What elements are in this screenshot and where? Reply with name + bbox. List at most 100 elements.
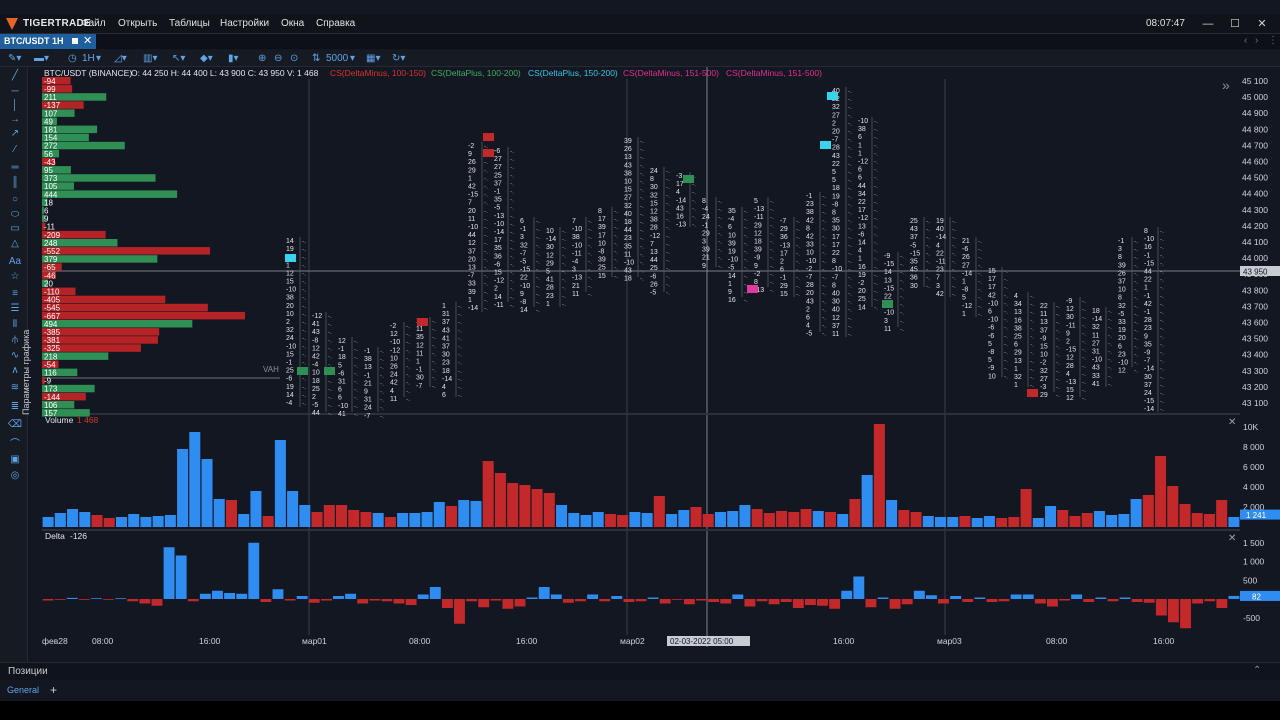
tab-next-icon[interactable]: › [1255,35,1258,46]
cluster-cell: 7 [936,275,940,282]
depth-icon[interactable]: ⇅ [312,52,320,65]
delta-bar [224,593,236,599]
menu-windows[interactable]: Окна [281,18,304,29]
cluster-cell: -. [822,298,826,305]
bars-icon[interactable]: ▥▾ [143,52,157,65]
cluster-cell: 10 [598,240,606,247]
triangle-tool-icon[interactable]: △ [7,238,23,250]
cluster-cell: -. [302,303,306,310]
wrench-icon[interactable]: ✎▾ [8,52,21,65]
volume-bar [67,509,79,527]
cluster-cell: 24 [702,214,710,221]
cluster-cell: -. [1030,350,1034,357]
ray-tool-icon[interactable]: → [7,114,23,126]
cluster-cell: -. [328,386,332,393]
cluster-cell: 9 [728,289,732,296]
text-tool-icon[interactable]: Aa [7,256,23,268]
menu-open[interactable]: Открыть [118,18,157,29]
cluster-cell: -. [406,372,410,379]
volume-close-icon[interactable]: ✕ [1228,417,1236,428]
zoom-in-icon[interactable]: ⊕ [258,52,266,65]
maximize-icon[interactable]: ☐ [1225,16,1245,32]
menu-tables[interactable]: Таблицы [169,18,210,29]
indicators-icon[interactable]: ▮▾ [228,52,239,65]
time-tick-label: 08:00 [92,636,114,646]
clock-icon[interactable]: ◷ [68,52,77,65]
draw-icon[interactable]: ◆▾ [200,52,213,65]
cluster-cell: -. [900,285,904,292]
cluster-cell: -. [822,201,826,208]
workspace-tab-general[interactable]: General [7,685,39,695]
cluster-cell: 34 [858,191,866,198]
menu-file[interactable]: Файл [81,18,106,29]
camera-icon[interactable]: ▬▾ [34,52,49,65]
tab-prev-icon[interactable]: ‹ [1244,35,1247,46]
pencil-tool-icon[interactable]: ⁄ [7,144,23,156]
menu-settings[interactable]: Настройки [220,18,269,29]
star-tool-icon[interactable]: ☆ [7,271,23,283]
cluster-cell: 1 [858,142,862,149]
fib-tool-icon[interactable]: ≡ [7,288,23,300]
cluster-cell: -. [302,376,306,383]
depth-value[interactable]: 5000 [326,52,348,65]
cluster-cell: -. [978,287,982,294]
rect-tool-icon[interactable]: ▭ [7,223,23,235]
refresh-icon[interactable]: ↻▾ [392,52,405,65]
add-workspace-icon[interactable]: + [50,683,57,697]
chart-settings-label[interactable]: Параметры графика [21,330,31,415]
volume-tick-label: 10K [1243,422,1258,432]
circle-tool-icon[interactable]: ○ [7,194,23,206]
timeframe-chevron-icon[interactable]: ▾ [96,52,101,65]
delta-close-icon[interactable]: ✕ [1228,533,1236,544]
cluster-cell: -10 [520,283,530,290]
volume-bar [103,518,115,527]
eraser-tool-icon[interactable]: ⌫ [7,419,23,431]
calendar-icon[interactable]: ▦▾ [366,52,380,65]
parallel-tool-icon[interactable]: ═ [7,162,23,174]
hline-tool-icon[interactable]: ─ [7,86,23,98]
expand-icon[interactable]: » [1222,77,1230,93]
cluster-cell: 16 [728,297,736,304]
tab-close-icon[interactable]: ✕ [83,34,92,47]
cluster-cell: -. [458,368,462,375]
menu-help[interactable]: Справка [316,18,355,29]
positions-title[interactable]: Позиции [8,666,48,677]
zoom-out-icon[interactable]: ⊖ [274,52,282,65]
zoom-fit-icon[interactable]: ⊙ [290,52,298,65]
cluster-cell: -. [302,295,306,302]
cluster-cell: 26 [962,254,970,261]
fib-ext-tool-icon[interactable]: ☰ [7,303,23,315]
line-tool-icon[interactable]: ╱ [7,70,23,82]
cursor-icon[interactable]: ↖▾ [172,52,185,65]
cluster-cell: 19 [858,272,866,279]
lock-tool-icon[interactable]: ▣ [7,454,23,466]
hide-tool-icon[interactable]: ◎ [7,470,23,482]
cluster-cell: -. [1004,341,1008,348]
filter-label: CS(DeltaMinus, 151-500) [623,68,719,78]
cluster-cell: 8 [702,198,706,205]
minimize-icon[interactable]: — [1198,16,1218,32]
cluster-cell: -1 [702,222,708,229]
vline-tool-icon[interactable]: │ [7,100,23,112]
cluster-cell: 31 [338,379,346,386]
cluster-cell: -. [1160,260,1164,267]
cluster-cell: 26 [1118,270,1126,277]
volume-bar [690,507,702,527]
cluster-cell: -. [640,146,644,153]
magnet-tool-icon[interactable]: ⌒ [7,439,23,451]
tab-btc-usdt[interactable]: BTC/USDT 1H ✕ [0,34,96,49]
depth-chevron-icon[interactable]: ▾ [350,52,355,65]
chart-type-icon[interactable]: ◿▾ [114,52,127,65]
cluster-cell: 18 [754,239,762,246]
positions-collapse-icon[interactable]: ⌃ [1253,665,1261,676]
tab-detach-icon[interactable] [72,38,78,44]
timeframe-select[interactable]: 1H [82,52,95,65]
tab-menu-icon[interactable]: ⋮ [1268,35,1278,46]
close-icon[interactable]: ✕ [1252,16,1272,32]
chart-area[interactable]: -94-99211-1371074918115427256-4395373105… [42,67,1240,647]
ellipse-tool-icon[interactable]: ⬭ [7,209,23,221]
channel-tool-icon[interactable]: ║ [7,177,23,189]
arrow-tool-icon[interactable]: ↗ [7,128,23,140]
cluster-cell: -. [822,306,826,313]
price-axis-column[interactable]: 45 100 45 000 44 900 44 800 44 700 44 600 44 5… [1240,67,1280,647]
